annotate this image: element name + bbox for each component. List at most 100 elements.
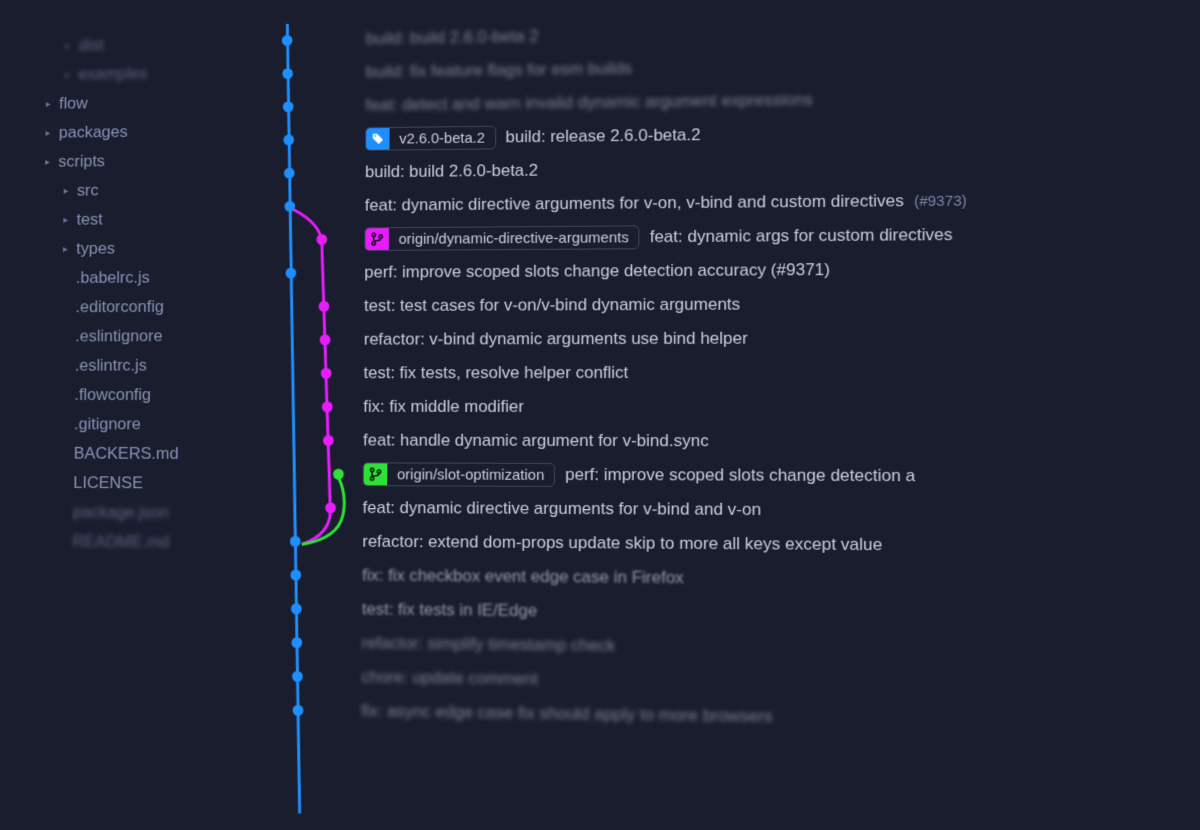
- commit-node[interactable]: [283, 101, 294, 112]
- commit-row[interactable]: test: fix tests, resolve helper conflict: [363, 355, 1200, 390]
- tree-item-examples[interactable]: ▸examples: [31, 58, 240, 90]
- tree-item-package-json[interactable]: package.json: [25, 498, 236, 529]
- tree-item-label: flow: [59, 94, 88, 114]
- issue-ref: (#9373): [914, 192, 967, 210]
- tree-item-flow[interactable]: ▸ flow: [31, 87, 241, 119]
- tree-item-label: src: [77, 181, 99, 201]
- tree-item--babelrc-js[interactable]: .babelrc.js: [28, 263, 238, 293]
- commit-message: test: fix tests in IE/Edge: [362, 599, 537, 621]
- tree-item-label: dist: [79, 36, 104, 56]
- branch-badge[interactable]: origin/slot-optimization: [363, 462, 555, 487]
- tree-item-label: .babelrc.js: [76, 268, 150, 288]
- commit-message: feat: handle dynamic argument for v-bind…: [363, 431, 709, 452]
- badge-label: v2.6.0-beta.2: [389, 127, 494, 149]
- commit-node[interactable]: [292, 671, 303, 682]
- commit-row[interactable]: feat: dynamic directive arguments for v-…: [362, 491, 1200, 530]
- commit-node[interactable]: [322, 401, 333, 412]
- commit-message: fix: fix middle modifier: [363, 397, 524, 417]
- commit-message: refactor: extend dom-props update skip t…: [362, 532, 882, 555]
- commit-node[interactable]: [282, 68, 293, 79]
- tree-item--eslintignore[interactable]: .eslintignore: [28, 321, 238, 351]
- commit-message: perf: improve scoped slots change detect…: [364, 260, 830, 282]
- commit-node[interactable]: [282, 35, 293, 46]
- git-history-panel: build: build 2.6.0-beta 2 build: fix feat…: [234, 0, 1200, 808]
- chevron-right-icon: ▸: [65, 69, 73, 80]
- commit-row[interactable]: refactor: v-bind dynamic arguments use b…: [364, 320, 1200, 356]
- chevron-right-icon: ▸: [65, 41, 73, 52]
- tree-item-readme-md[interactable]: README.md: [25, 527, 236, 558]
- commit-message: feat: dynamic args for custom directives: [650, 225, 953, 247]
- tree-item-dist[interactable]: ▸ dist: [31, 29, 240, 61]
- commit-message: feat: dynamic directive arguments for v-…: [365, 191, 904, 215]
- branch-badge[interactable]: origin/dynamic-directive-arguments: [364, 225, 639, 251]
- tree-item-label: .gitignore: [74, 415, 141, 435]
- commit-message: test: fix tests, resolve helper conflict: [363, 363, 628, 383]
- commit-list: build: build 2.6.0-beta 2 build: fix feat…: [351, 9, 1200, 809]
- commit-message: chore: update comment: [361, 667, 538, 689]
- commit-row[interactable]: perf: improve scoped slots change detect…: [364, 251, 1200, 290]
- tree-item-label: .editorconfig: [75, 297, 164, 317]
- tree-item-packages[interactable]: ▸packages: [30, 116, 240, 148]
- commit-node[interactable]: [291, 637, 302, 648]
- tree-item-label: LICENSE: [73, 473, 143, 493]
- tree-item--flowconfig[interactable]: .flowconfig: [27, 380, 238, 410]
- tree-item-label: test: [76, 210, 102, 230]
- tree-item--gitignore[interactable]: .gitignore: [26, 410, 237, 440]
- tree-item-test[interactable]: ▸ test: [29, 204, 239, 235]
- commit-node[interactable]: [321, 368, 332, 379]
- tree-item-license[interactable]: LICENSE: [26, 468, 237, 498]
- commit-graph: [234, 23, 357, 793]
- tree-item-label: scripts: [58, 152, 105, 172]
- tag-badge[interactable]: v2.6.0-beta.2: [365, 126, 496, 151]
- tree-item-label: package.json: [73, 503, 169, 523]
- commit-row[interactable]: origin/slot-optimization perf: improve sc…: [363, 457, 1200, 494]
- commit-message: build: build 2.6.0-beta.2: [365, 161, 538, 182]
- tree-item-backers-md[interactable]: BACKERS.md: [26, 439, 237, 469]
- commit-node[interactable]: [286, 268, 297, 279]
- commit-node[interactable]: [290, 536, 301, 547]
- chevron-right-icon: ▸: [64, 185, 72, 196]
- commit-node[interactable]: [293, 705, 304, 716]
- commit-message: refactor: simplify timestamp check: [362, 633, 616, 656]
- chevron-right-icon: ▸: [63, 244, 71, 255]
- tree-item-label: .eslintignore: [75, 327, 163, 347]
- tree-item-label: README.md: [73, 532, 170, 552]
- commit-message: build: fix feature flags for esm builds: [366, 59, 632, 82]
- file-tree-sidebar: ▸dist▸examples▸flow▸packages▸scripts▸src…: [12, 9, 241, 791]
- badge-label: origin/slot-optimization: [387, 464, 554, 485]
- badge-label: origin/dynamic-directive-arguments: [389, 227, 639, 250]
- tree-item-src[interactable]: ▸ src: [29, 175, 239, 206]
- commit-message: fix: async edge case fix should apply to…: [361, 701, 773, 727]
- commit-row[interactable]: origin/dynamic-directive-arguments feat: …: [364, 216, 1200, 256]
- commit-node[interactable]: [291, 603, 302, 614]
- commit-node[interactable]: [319, 301, 330, 312]
- commit-message: build: build 2.6.0-beta 2: [366, 27, 539, 49]
- chevron-right-icon: ▸: [63, 215, 71, 226]
- tree-item--editorconfig[interactable]: .editorconfig: [28, 292, 238, 322]
- commit-row[interactable]: test: test cases for v-on/v-bind dynamic…: [364, 285, 1200, 323]
- tree-item-label: types: [76, 239, 115, 259]
- tag-icon: [366, 128, 389, 150]
- commit-node[interactable]: [283, 134, 294, 145]
- branch-icon: [365, 228, 389, 250]
- tree-item-scripts[interactable]: ▸scripts: [30, 145, 240, 176]
- commit-node[interactable]: [333, 469, 344, 480]
- tree-item--eslintrc-js[interactable]: .eslintrc.js: [27, 351, 237, 381]
- commit-message: test: test cases for v-on/v-bind dynamic…: [364, 295, 740, 316]
- commit-message: perf: improve scoped slots change detect…: [565, 465, 915, 486]
- tree-item-label: .flowconfig: [74, 385, 151, 405]
- commit-node[interactable]: [325, 502, 336, 513]
- commit-node[interactable]: [316, 234, 327, 245]
- commit-message: fix: fix checkbox event edge case in Fir…: [362, 566, 684, 589]
- commit-message: refactor: v-bind dynamic arguments use b…: [364, 329, 748, 350]
- commit-node[interactable]: [290, 570, 301, 581]
- commit-message: feat: dynamic directive arguments for v-…: [363, 498, 762, 520]
- commit-row[interactable]: feat: handle dynamic argument for v-bind…: [363, 424, 1200, 460]
- chevron-right-icon: ▸: [46, 99, 54, 110]
- commit-node[interactable]: [320, 334, 331, 345]
- commit-row[interactable]: fix: fix middle modifier: [363, 390, 1200, 425]
- tree-item-types[interactable]: ▸ types: [29, 233, 239, 264]
- commit-node[interactable]: [323, 435, 334, 446]
- tree-item-label: packages: [59, 122, 128, 142]
- commit-node[interactable]: [284, 168, 295, 179]
